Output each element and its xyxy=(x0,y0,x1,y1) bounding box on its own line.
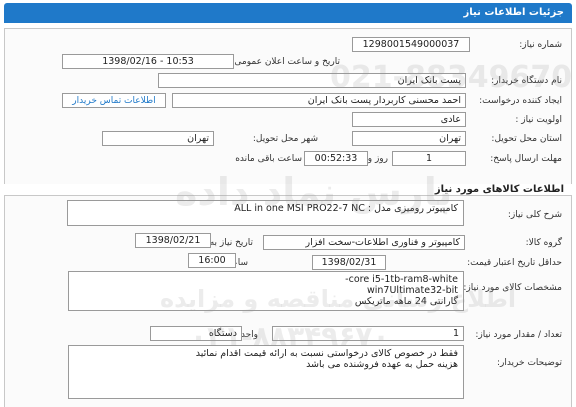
goods-group-label: گروه کالا: xyxy=(525,238,562,248)
creator-field: احمد محسنی کاربردار پست بانک ایران xyxy=(172,93,466,108)
unit-field: دستگاه xyxy=(150,326,242,341)
deadline-label: مهلت ارسال پاسخ: xyxy=(490,154,562,164)
min-validity-date-field: 1398/02/31 xyxy=(312,255,386,270)
deadline-time-field: 00:52:33 xyxy=(304,151,368,166)
need-number-label: شماره نیاز: xyxy=(519,40,562,50)
creator-label: ایجاد کننده درخواست: xyxy=(479,96,562,106)
validity-time-field: 16:00 xyxy=(188,253,236,268)
province-label: استان محل تحویل: xyxy=(491,134,562,144)
priority-field: عادی xyxy=(352,112,466,127)
deadline-days-field: 1 xyxy=(392,151,466,166)
spec-line-3: گارانتی 24 ماهه ماتریکس xyxy=(354,296,458,307)
priority-label: اولویت نیاز : xyxy=(515,115,562,125)
need-info-panel xyxy=(4,28,572,190)
summary-field: کامپیوتر رومیزی مدل : ALL in one MSI PRO… xyxy=(67,200,464,226)
buyer-contact-link[interactable]: اطلاعات تماس خریدار xyxy=(62,93,166,108)
need-date-field: 1398/02/21 xyxy=(135,233,211,248)
min-validity-label: حداقل تاریخ اعتبار قیمت: xyxy=(467,258,562,268)
spec-line-2: win7Ultimate32-bit xyxy=(367,285,458,296)
announce-date-label: تاریخ و ساعت اعلان عمومی: xyxy=(231,57,340,67)
announce-date-field: 1398/02/16 - 10:53 xyxy=(62,54,234,69)
notes-line-2: هزینه حمل به عهده فروشنده می باشد xyxy=(306,359,458,370)
page-title: جزئیات اطلاعات نیاز xyxy=(463,7,564,18)
need-number-field: 1298001549000037 xyxy=(352,37,470,52)
goods-group-field: کامپیوتر و فناوری اطلاعات-سخت افزار xyxy=(263,235,465,250)
buyer-label: نام دستگاه خریدار: xyxy=(491,76,562,86)
city-field: تهران xyxy=(102,131,214,146)
page-header: جزئیات اطلاعات نیاز xyxy=(4,3,572,23)
spec-line-1: core i5-1tb-ram8-white- xyxy=(345,274,458,285)
buyer-field: پست بانک ایران xyxy=(158,73,466,88)
summary-label: شرح کلی نیاز: xyxy=(507,210,562,220)
deadline-remaining-label: ساعت باقی مانده xyxy=(235,154,302,164)
notes-label: توضیحات خریدار: xyxy=(496,358,562,368)
province-field: تهران xyxy=(352,131,466,146)
summary-text: کامپیوتر رومیزی مدل : ALL in one MSI PRO… xyxy=(234,203,458,214)
quantity-label: تعداد / مقدار مورد نیاز: xyxy=(475,330,562,340)
deadline-days-unit: روز و xyxy=(367,154,388,164)
notes-field: فقط در خصوص کالای درخواستی نسبت به ارائه… xyxy=(68,345,464,399)
city-label: شهر محل تحویل: xyxy=(252,134,318,144)
quantity-field: 1 xyxy=(272,326,464,341)
notes-line-1: فقط در خصوص کالای درخواستی نسبت به ارائه… xyxy=(195,348,458,359)
spec-label: مشخصات کالای مورد نیاز: xyxy=(463,283,562,293)
spec-field: core i5-1tb-ram8-white- win7Ultimate32-b… xyxy=(68,271,464,311)
